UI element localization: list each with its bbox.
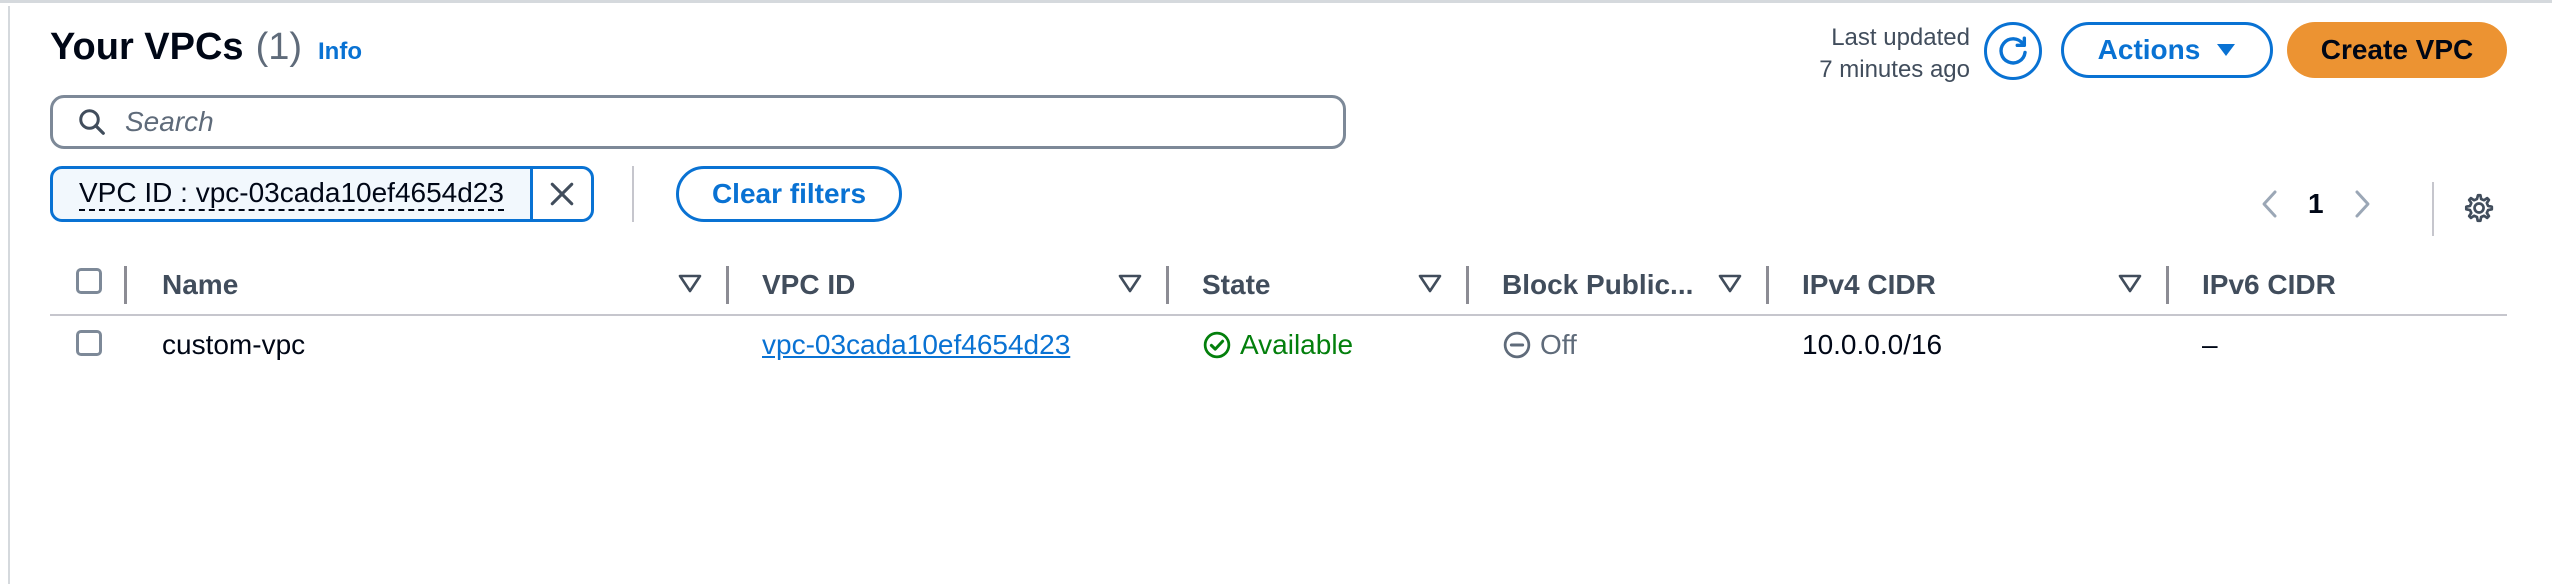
page-header: Your VPCs (1) Info	[50, 26, 362, 69]
column-header-block-public[interactable]: Block Public...	[1502, 260, 1693, 310]
info-link[interactable]: Info	[318, 38, 362, 66]
status-off: Off	[1502, 329, 1577, 361]
create-vpc-button[interactable]: Create VPC	[2287, 22, 2507, 78]
minus-circle-icon	[1503, 331, 1531, 359]
refresh-icon	[1999, 36, 2027, 65]
vpc-id-link[interactable]: vpc-03cada10ef4654d23	[762, 329, 1070, 361]
last-updated-label: Last updated	[1831, 24, 1970, 51]
actions-button[interactable]: Actions	[2061, 22, 2273, 78]
column-divider	[2166, 266, 2169, 304]
preferences-button[interactable]	[2460, 190, 2496, 231]
column-divider	[726, 266, 729, 304]
sort-icon[interactable]	[678, 274, 702, 294]
current-page[interactable]: 1	[2308, 188, 2324, 220]
column-header-vpc-id[interactable]: VPC ID	[762, 260, 855, 310]
table-header: Name VPC ID State Block Public... IPv4 C…	[50, 260, 2507, 316]
actions-button-label: Actions	[2097, 34, 2201, 65]
previous-page-icon[interactable]	[2260, 189, 2280, 219]
clear-filters-button[interactable]: Clear filters	[676, 166, 902, 222]
window-top-border	[0, 0, 2552, 3]
refresh-button[interactable]	[1984, 22, 2042, 80]
page-title: Your VPCs	[50, 26, 244, 68]
last-updated-time: 7 minutes ago	[1819, 56, 1970, 83]
cell-block-public: Off	[1502, 318, 1577, 372]
filter-token[interactable]: VPC ID : vpc-03cada10ef4654d23	[50, 166, 594, 222]
status-available: Available	[1202, 329, 1353, 361]
status-text: Available	[1240, 329, 1354, 360]
cell-ipv6-cidr: –	[2202, 329, 2218, 360]
caret-down-icon	[2217, 44, 2236, 56]
remove-filter-button[interactable]	[530, 169, 591, 219]
block-public-text: Off	[1540, 329, 1577, 360]
row-checkbox[interactable]	[76, 330, 102, 356]
pagination: 1	[2260, 188, 2372, 220]
filter-divider	[632, 166, 634, 222]
sort-icon[interactable]	[1418, 274, 1442, 294]
cell-state: Available	[1202, 318, 1353, 372]
cell-ipv4-cidr: 10.0.0.0/16	[1802, 329, 1943, 360]
search-icon	[79, 109, 105, 135]
column-divider	[124, 266, 127, 304]
pagination-divider	[2432, 182, 2434, 236]
sort-icon[interactable]	[1118, 274, 1142, 294]
close-icon	[550, 182, 574, 206]
cell-vpc-id: vpc-03cada10ef4654d23	[762, 318, 1070, 372]
check-circle-icon	[1203, 331, 1231, 359]
sort-icon[interactable]	[1718, 274, 1742, 294]
column-divider	[1466, 266, 1469, 304]
vpc-count: (1)	[255, 26, 303, 68]
table-row[interactable]: custom-vpc vpc-03cada10ef4654d23 Availab…	[50, 318, 2507, 372]
sort-icon[interactable]	[2118, 274, 2142, 294]
column-header-name[interactable]: Name	[162, 260, 238, 310]
cell-name: custom-vpc	[162, 329, 306, 360]
gear-icon	[2464, 193, 2494, 223]
filter-token-label[interactable]: VPC ID : vpc-03cada10ef4654d23	[53, 169, 530, 219]
next-page-icon[interactable]	[2352, 189, 2372, 219]
select-all-checkbox[interactable]	[76, 268, 102, 294]
column-header-ipv4-cidr[interactable]: IPv4 CIDR	[1802, 260, 1936, 310]
column-divider	[1766, 266, 1769, 304]
last-updated: Last updated 7 minutes ago	[1790, 22, 1970, 86]
search-placeholder: Search	[125, 106, 214, 137]
column-divider	[1166, 266, 1169, 304]
column-header-state[interactable]: State	[1202, 260, 1270, 310]
filter-token-text: VPC ID : vpc-03cada10ef4654d23	[79, 177, 504, 211]
column-header-ipv6-cidr[interactable]: IPv6 CIDR	[2202, 260, 2336, 310]
window-left-border	[8, 6, 10, 584]
search-input[interactable]: Search	[50, 95, 1346, 149]
